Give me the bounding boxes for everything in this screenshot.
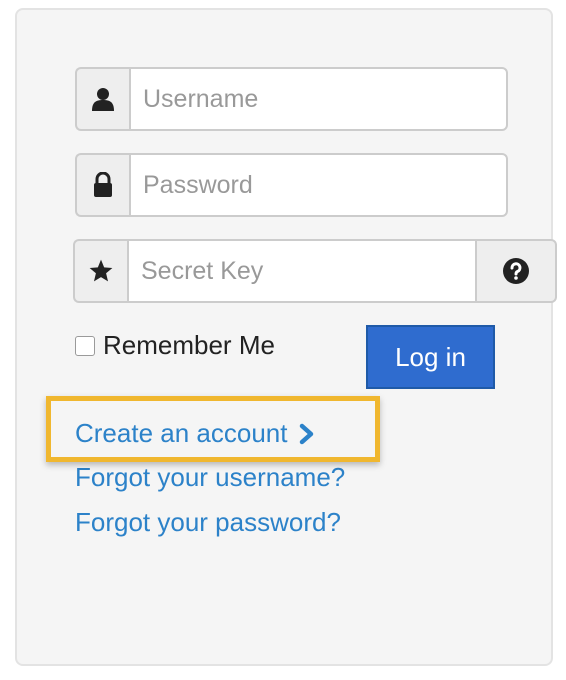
chevron-right-icon — [299, 423, 315, 445]
lock-icon — [75, 153, 129, 217]
create-account-link[interactable]: Create an account — [75, 418, 315, 449]
star-icon — [73, 239, 127, 303]
secret-key-input[interactable] — [127, 239, 477, 303]
forgot-username-link[interactable]: Forgot your username? — [75, 462, 345, 493]
create-account-label: Create an account — [75, 418, 288, 448]
password-input[interactable] — [129, 153, 508, 217]
username-input[interactable] — [129, 67, 508, 131]
remember-me[interactable]: Remember Me — [75, 330, 275, 361]
remember-me-checkbox[interactable] — [75, 335, 95, 356]
question-circle-icon[interactable] — [477, 239, 557, 303]
user-icon — [75, 67, 129, 131]
username-input-group — [75, 67, 508, 131]
forgot-password-link[interactable]: Forgot your password? — [75, 507, 341, 538]
remember-me-label: Remember Me — [103, 330, 275, 360]
password-input-group — [75, 153, 508, 217]
secret-key-input-group — [73, 239, 557, 303]
login-button[interactable]: Log in — [366, 325, 495, 389]
